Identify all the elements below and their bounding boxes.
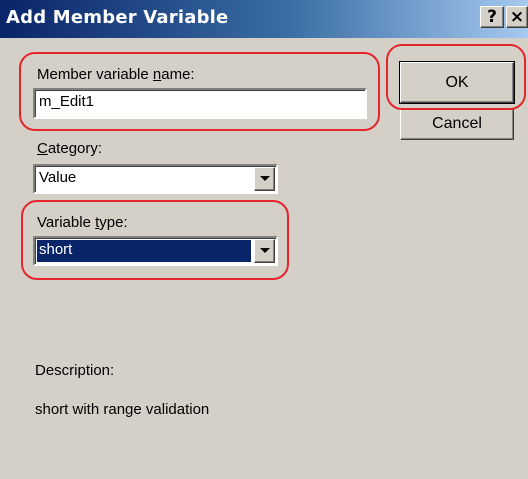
variable-type-label-pre: Variable	[37, 214, 96, 231]
member-name-label-pre: Member variable	[37, 66, 153, 83]
description-text: short with range validation	[35, 401, 210, 418]
variable-type-label-post: ype:	[99, 214, 128, 231]
category-label-post: ategory:	[47, 140, 103, 157]
cancel-button[interactable]: Cancel	[400, 108, 514, 140]
cancel-button-label: Cancel	[432, 115, 482, 132]
question-mark-icon: ?	[487, 7, 497, 27]
help-button[interactable]: ?	[480, 6, 504, 28]
member-name-input[interactable]: m_Edit1	[33, 88, 367, 119]
category-select[interactable]: Value	[33, 164, 278, 194]
variable-type-select[interactable]: short	[33, 236, 278, 266]
close-icon: ×	[509, 7, 525, 27]
description-label: Description:	[35, 362, 115, 379]
chevron-down-icon[interactable]	[254, 239, 275, 263]
member-name-value: m_Edit1	[39, 93, 95, 110]
category-selected: Value	[39, 169, 77, 186]
variable-type-label: Variable type:	[37, 214, 128, 231]
member-name-label-post: ame:	[161, 66, 195, 83]
chevron-down-icon[interactable]	[254, 167, 275, 191]
member-name-label-accel: n	[152, 66, 162, 83]
add-member-variable-dialog: Add Member Variable ? × Member variable …	[0, 0, 528, 479]
member-name-label: Member variable name:	[37, 66, 195, 83]
title-bar[interactable]: Add Member Variable ? ×	[0, 0, 528, 38]
ok-button[interactable]: OK	[399, 61, 515, 104]
window-title: Add Member Variable	[6, 7, 229, 28]
close-button[interactable]: ×	[506, 6, 528, 28]
category-label-accel: C	[37, 140, 48, 157]
variable-type-selected: short	[39, 241, 73, 258]
ok-button-label: OK	[445, 74, 469, 91]
category-label: Category:	[37, 140, 102, 157]
